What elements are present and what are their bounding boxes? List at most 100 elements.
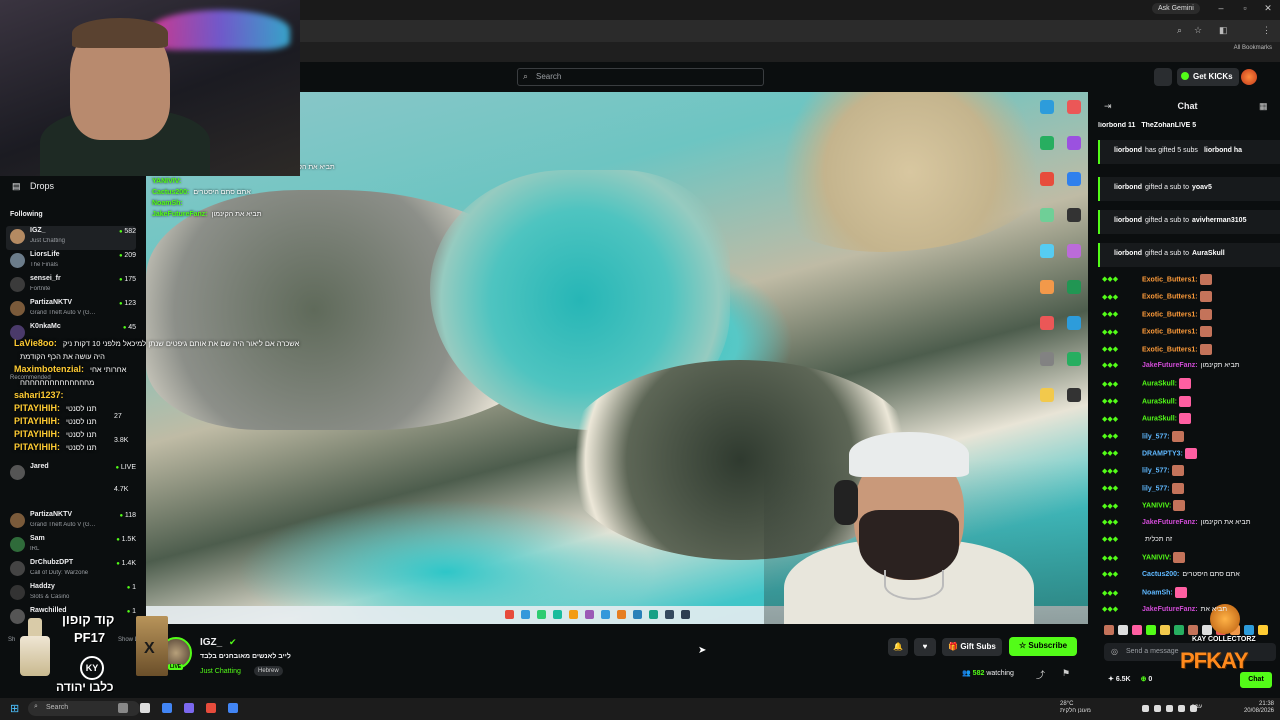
- maximize-icon[interactable]: ▫: [1234, 3, 1256, 13]
- report-icon[interactable]: ⚑: [1062, 668, 1070, 679]
- chat-username[interactable]: lily_577:: [1142, 485, 1170, 492]
- ask-gemini-button[interactable]: Ask Gemini: [1152, 3, 1200, 14]
- drops-link[interactable]: Drops: [30, 181, 54, 191]
- chat-username[interactable]: JakeFutureFanz:: [1142, 606, 1198, 613]
- tray-icon[interactable]: [1190, 705, 1197, 712]
- sidebar-channel-k0nkamc[interactable]: K0nkaMc 45: [6, 322, 136, 346]
- taskbar-weather[interactable]: 28°C מעונן חלקית: [1060, 701, 1091, 715]
- extensions-icon[interactable]: ◧: [1219, 25, 1228, 36]
- share-icon[interactable]: ⤴: [1036, 668, 1045, 681]
- zoom-icon[interactable]: ⌕: [1177, 25, 1182, 36]
- channel-category: IRL: [30, 546, 40, 552]
- chat-username[interactable]: DRAMPTY3:: [1142, 450, 1183, 457]
- chat-username[interactable]: Cactus200:: [1142, 571, 1179, 578]
- sidebar-channel-partizanktv[interactable]: PartizaNKTV Grand Theft Auto V (G… 123: [6, 298, 136, 322]
- menu-icon[interactable]: ⋮: [1262, 25, 1271, 36]
- taskbar-app-icon[interactable]: [184, 703, 194, 713]
- chat-emote-icon: [1199, 343, 1212, 355]
- chat-username[interactable]: Exotic_Butters1:: [1142, 311, 1198, 318]
- sidebar-recommended-2[interactable]: Sam IRL 1.5K: [6, 534, 136, 558]
- emote-icon[interactable]: [1258, 625, 1268, 635]
- chat-username[interactable]: AuraSkull:: [1142, 416, 1177, 423]
- chat-username[interactable]: Exotic_Butters1:: [1142, 346, 1198, 353]
- chat-send-button[interactable]: Chat: [1240, 672, 1272, 688]
- video-desktop-shortcut-icon: [1040, 208, 1054, 222]
- taskbar-app-icon[interactable]: [228, 703, 238, 713]
- sidebar-channel-liorslife[interactable]: LiorsLife The Finals 209: [6, 250, 136, 274]
- video-desktop-shortcut-icon: [1067, 388, 1081, 402]
- tray-icon[interactable]: [1154, 705, 1161, 712]
- search-input[interactable]: Search: [517, 68, 764, 86]
- emote-icon[interactable]: [1132, 625, 1142, 635]
- top-gifter[interactable]: liorbond 11: [1098, 122, 1135, 129]
- windows-start-icon[interactable]: ⊞: [10, 702, 19, 715]
- tray-icon[interactable]: [1166, 705, 1173, 712]
- emote-icon[interactable]: [1174, 625, 1184, 635]
- all-bookmarks-link[interactable]: All Bookmarks: [1234, 45, 1272, 51]
- emote-icon[interactable]: [1118, 625, 1128, 635]
- gift-target[interactable]: avivherman3105: [1192, 217, 1246, 224]
- chat-emote-icon: [1171, 482, 1184, 494]
- category-link[interactable]: Just Chatting: [200, 668, 241, 675]
- notification-bell-button[interactable]: 🔔: [888, 638, 908, 656]
- taskbar-app-icon[interactable]: [162, 703, 172, 713]
- star-icon[interactable]: ☆: [1194, 25, 1202, 36]
- taskbar-clock[interactable]: 21:38 20/08/2026: [1238, 701, 1274, 715]
- gift-username[interactable]: liorbond: [1114, 250, 1142, 257]
- top-gifter[interactable]: TheZohanLIVE 5: [1141, 122, 1196, 129]
- address-bar[interactable]: [300, 20, 1280, 42]
- gift-event: liorbond gifted a sub to avivherman3105: [1098, 210, 1280, 234]
- chat-username[interactable]: AuraSkull:: [1142, 398, 1177, 405]
- sidebar-recommended-5[interactable]: Rawchilled 1: [6, 606, 136, 630]
- sidebar-channel-sensei_fr[interactable]: sensei_fr Fortnite 175: [6, 274, 136, 298]
- gift-username[interactable]: liorbond: [1114, 184, 1142, 191]
- chat-username[interactable]: Exotic_Butters1:: [1142, 294, 1198, 301]
- chat-username[interactable]: YANIVIV:: [1142, 555, 1171, 562]
- tray-icon[interactable]: [1142, 705, 1149, 712]
- gift-subs-button[interactable]: 🎁 Gift Subs: [942, 638, 1002, 656]
- overlay-chat-line: NoamSh:: [152, 200, 262, 207]
- sidebar-recommended-3[interactable]: DrChubzDPT Call of Duty: Warzone 1.4K: [6, 558, 136, 582]
- gift-username[interactable]: liorbond: [1114, 147, 1142, 154]
- chat-badges-icon: ◆◆◆: [1102, 380, 1119, 388]
- sidebar-recommended-1[interactable]: PartizaNKTV Grand Theft Auto V (G… 118: [6, 510, 136, 534]
- emote-icon[interactable]: [1188, 625, 1198, 635]
- user-avatar[interactable]: [1241, 69, 1257, 85]
- taskbar-app-icon[interactable]: [118, 703, 128, 713]
- streamer-name[interactable]: IGZ_: [200, 637, 222, 648]
- chat-username[interactable]: lily_577:: [1142, 468, 1170, 475]
- follow-heart-button[interactable]: ♥: [914, 638, 936, 656]
- emote-icon[interactable]: [1160, 625, 1170, 635]
- emote-icon[interactable]: [1146, 625, 1156, 635]
- emote-icon[interactable]: [1202, 625, 1212, 635]
- chat-username[interactable]: YANIVIV:: [1142, 503, 1171, 510]
- language-tag[interactable]: Hebrew: [254, 666, 283, 676]
- gift-target[interactable]: AuraSkull: [1192, 250, 1225, 257]
- chat-username[interactable]: Exotic_Butters1:: [1142, 329, 1198, 336]
- emote-icon[interactable]: [1244, 625, 1254, 635]
- show-more-link[interactable]: Sh: [8, 637, 15, 643]
- gift-target[interactable]: yoav5: [1192, 184, 1212, 191]
- sidebar-recommended-0[interactable]: Jared LIVE: [6, 462, 136, 486]
- chat-username[interactable]: JakeFutureFanz:: [1142, 519, 1198, 526]
- subscribe-button[interactable]: ☆ Subscribe: [1009, 637, 1077, 656]
- tray-icon[interactable]: [1178, 705, 1185, 712]
- chat-settings-icon[interactable]: ▦: [1259, 101, 1268, 112]
- chat-username[interactable]: AuraSkull:: [1142, 381, 1177, 388]
- minimize-icon[interactable]: –: [1210, 3, 1232, 13]
- live-badge: LIVE: [168, 664, 184, 670]
- taskbar-app-icon[interactable]: [206, 703, 216, 713]
- overlay-message: תביא את הקינמון: [211, 211, 262, 218]
- sidebar-recommended-4[interactable]: Haddzy Slots & Casino 1: [6, 582, 136, 606]
- taskbar-app-icon[interactable]: [140, 703, 150, 713]
- chat-username[interactable]: JakeFutureFanz:: [1142, 362, 1198, 369]
- emote-icon[interactable]: [1104, 625, 1114, 635]
- close-icon[interactable]: ✕: [1257, 3, 1279, 14]
- chat-username[interactable]: NoamSh:: [1142, 590, 1173, 597]
- chat-message: ◆◆◆ DRAMPTY3:: [1102, 448, 1278, 464]
- sidebar-channel-igz_[interactable]: IGZ_ Just Chatting 582: [6, 226, 136, 250]
- chat-username[interactable]: lily_577:: [1142, 433, 1170, 440]
- browse-button[interactable]: [1154, 68, 1172, 86]
- gift-username[interactable]: liorbond: [1114, 217, 1142, 224]
- chat-username[interactable]: Exotic_Butters1:: [1142, 276, 1198, 283]
